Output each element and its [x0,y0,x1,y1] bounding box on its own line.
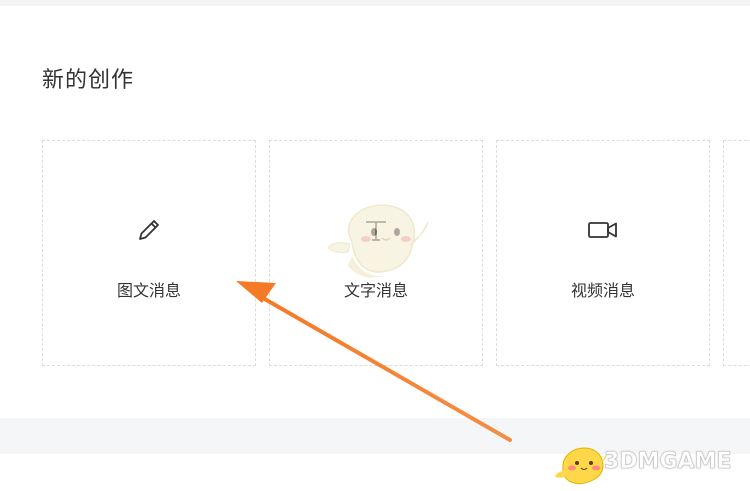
watermark-text: 3DMGAME [604,449,732,475]
pencil-icon [132,213,166,247]
create-card-partial[interactable] [723,140,750,366]
card-label-text: 文字消息 [343,281,408,300]
create-image-text-message-card[interactable]: 图文消息 [42,140,256,366]
text-t-icon [359,213,393,247]
card-label-video: 视频消息 [570,281,635,300]
card-label-image-text: 图文消息 [116,281,181,300]
top-strip [0,0,750,6]
section-title: 新的创作 [42,68,135,93]
video-camera-icon [586,213,620,247]
create-video-message-card[interactable]: 视频消息 [496,140,710,366]
create-text-message-card[interactable]: 文字消息 [269,140,483,366]
page: 新的创作 图文消息 文字消息 视频消息 3DMGAME [0,0,750,491]
